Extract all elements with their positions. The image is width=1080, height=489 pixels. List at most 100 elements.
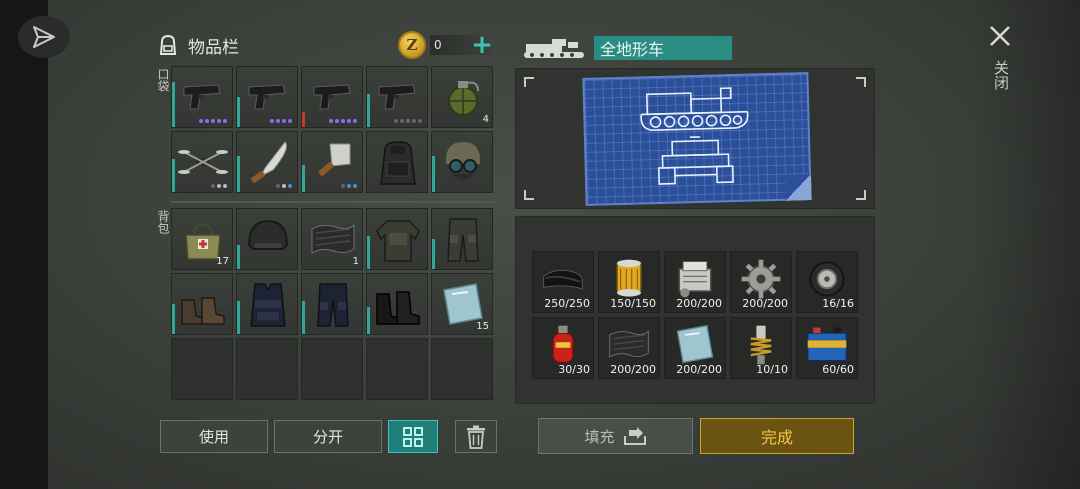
inventory-slot[interactable]: 1 [301, 208, 363, 270]
inventory-title: 物品栏 [188, 37, 239, 58]
corner-mark [524, 190, 534, 200]
inventory-slot[interactable] [301, 131, 363, 193]
inventory-slot[interactable]: 15 [431, 273, 493, 335]
rarity-dot [223, 184, 227, 188]
close-label[interactable]: 关闭 [990, 60, 1010, 90]
inventory-slot[interactable] [366, 66, 428, 128]
inventory-slot[interactable] [236, 208, 298, 270]
coin-icon: Z [398, 31, 426, 59]
inventory-slot[interactable] [236, 273, 298, 335]
atv-tank-icon [524, 39, 584, 58]
empty-slot[interactable] [236, 338, 298, 400]
durability-bar [302, 165, 305, 192]
bag-grid: 17 1 15 [171, 208, 493, 400]
done-button[interactable]: 完成 [700, 418, 854, 454]
use-button[interactable]: 使用 [160, 420, 268, 453]
durability-bar [302, 301, 305, 334]
inventory-slot[interactable]: 17 [171, 208, 233, 270]
rarity-dot [412, 119, 416, 123]
inventory-slot[interactable] [171, 66, 233, 128]
rarity-dot [335, 119, 339, 123]
durability-bar [237, 245, 240, 269]
empty-slot[interactable] [366, 338, 428, 400]
required-part[interactable]: 150/150 [598, 251, 660, 313]
fill-label: 填充 [584, 427, 615, 446]
durability-bar [367, 236, 370, 269]
glass-pane-icon [676, 324, 714, 364]
corner-mark [856, 77, 866, 87]
backpack-icon [159, 34, 177, 55]
rarity-dot [341, 119, 345, 123]
part-count: 10/10 [756, 363, 788, 376]
durability-bar [432, 239, 435, 269]
rarity-dot [329, 119, 333, 123]
inventory-slot[interactable] [171, 273, 233, 335]
empty-slot[interactable] [301, 338, 363, 400]
blueprint-panel [515, 68, 875, 209]
required-part[interactable]: 10/10 [730, 317, 792, 379]
rarity-dot [347, 119, 351, 123]
send-icon [33, 26, 55, 48]
rarity-dots [199, 119, 227, 123]
item-quantity: 17 [216, 256, 229, 267]
item-quantity: 4 [482, 114, 489, 125]
blueprint-curl [784, 174, 812, 201]
inventory-slot[interactable] [366, 208, 428, 270]
inventory-slot[interactable] [301, 66, 363, 128]
rarity-dot [418, 119, 422, 123]
required-part[interactable]: 16/16 [796, 251, 858, 313]
vehicle-blueprint [582, 72, 812, 206]
required-part[interactable]: 60/60 [796, 317, 858, 379]
battery-icon [806, 327, 848, 362]
part-count: 30/30 [558, 363, 590, 376]
item-quantity: 15 [476, 321, 489, 332]
rubber-sheet-icon [311, 223, 355, 254]
empty-slot[interactable] [171, 338, 233, 400]
trash-icon [467, 425, 485, 449]
empty-slot[interactable] [431, 338, 493, 400]
required-part[interactable]: 30/30 [532, 317, 594, 379]
inventory-slot[interactable] [301, 273, 363, 335]
oil-filter-icon [616, 259, 642, 297]
fill-arrow-icon [623, 427, 646, 445]
share-button[interactable] [18, 16, 70, 58]
inventory-slot[interactable] [236, 131, 298, 193]
required-part[interactable]: 200/200 [730, 251, 792, 313]
part-count: 60/60 [822, 363, 854, 376]
required-part[interactable]: 200/200 [598, 317, 660, 379]
part-count: 200/200 [742, 297, 788, 310]
inventory-slot[interactable] [366, 273, 428, 335]
inventory-slot[interactable] [431, 208, 493, 270]
durability-bar [237, 97, 240, 127]
inventory-slot[interactable] [431, 131, 493, 193]
police-vest-icon [250, 283, 286, 327]
fill-button[interactable]: 填充 [538, 418, 693, 454]
part-count: 200/200 [676, 363, 722, 376]
rarity-dot [270, 119, 274, 123]
right-shade [970, 0, 1080, 489]
add-coins-button[interactable]: + [470, 30, 494, 60]
delete-button[interactable] [455, 420, 497, 453]
rarity-dot [217, 184, 221, 188]
inventory-slot[interactable]: 4 [431, 66, 493, 128]
durability-bar [172, 82, 175, 127]
inventory-slot[interactable] [171, 131, 233, 193]
inventory-slot[interactable] [366, 131, 428, 193]
rarity-dots [329, 119, 357, 123]
inventory-slot[interactable] [236, 66, 298, 128]
rarity-dots [211, 184, 227, 188]
wheel-icon [809, 261, 845, 297]
required-part[interactable]: 200/200 [664, 317, 726, 379]
gasmask-helmet-icon [446, 142, 480, 180]
split-button[interactable]: 分开 [274, 420, 382, 453]
rarity-dot [347, 184, 351, 188]
grid-sort-icon [403, 426, 423, 447]
backpack-icon [380, 141, 416, 185]
gas-cylinder-icon [552, 325, 574, 364]
durability-bar [237, 301, 240, 334]
part-count: 16/16 [822, 297, 854, 310]
required-part[interactable]: 250/250 [532, 251, 594, 313]
sort-button[interactable] [388, 420, 438, 453]
required-part[interactable]: 200/200 [664, 251, 726, 313]
close-button[interactable] [984, 20, 1016, 52]
